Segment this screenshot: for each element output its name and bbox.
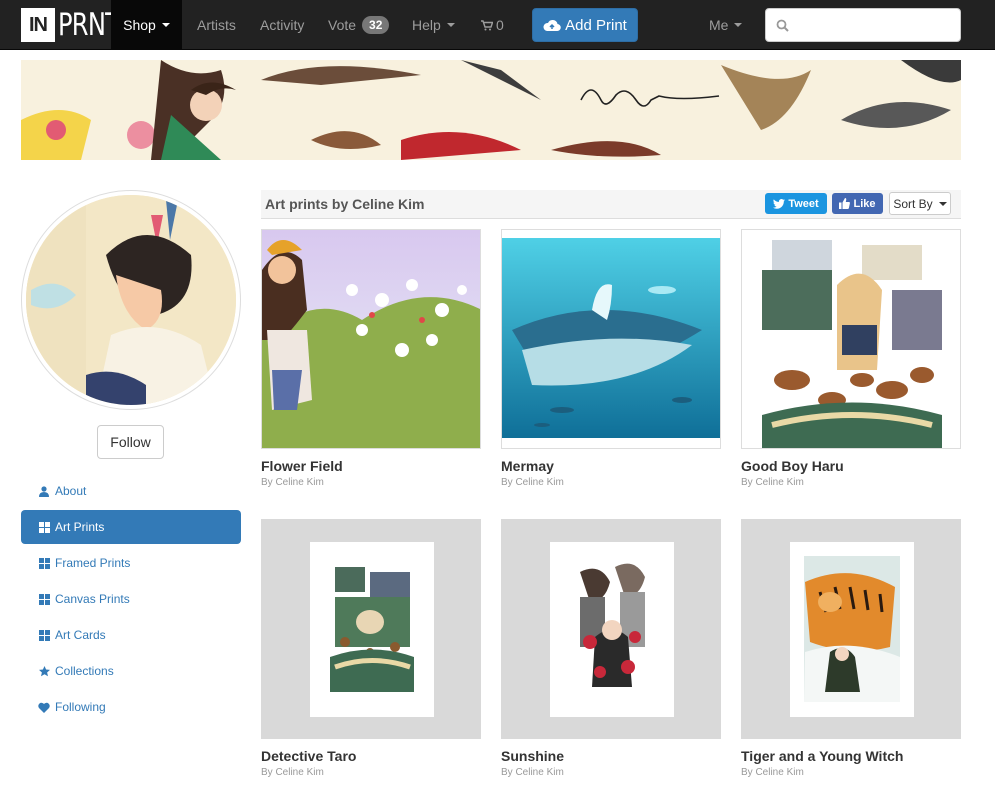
search-box <box>765 8 961 42</box>
print-artist: By Celine Kim <box>261 477 324 488</box>
sidebar-item-label: Following <box>55 700 106 714</box>
tweet-button[interactable]: Tweet <box>765 193 827 214</box>
nav-me[interactable]: Me <box>709 0 743 50</box>
follow-button[interactable]: Follow <box>97 425 164 459</box>
logo-in: IN <box>21 8 55 42</box>
print-thumbnail[interactable] <box>501 519 721 739</box>
print-artist: By Celine Kim <box>501 767 564 778</box>
flower-field-artwork <box>262 230 480 448</box>
sidebar-item-label: Framed Prints <box>55 556 131 570</box>
page-title: Art prints by Celine Kim <box>265 196 425 212</box>
nav-vote[interactable]: Vote 32 <box>328 0 390 50</box>
cart-count: 0 <box>496 17 504 33</box>
tweet-label: Tweet <box>788 197 819 210</box>
print-thumbnail[interactable] <box>261 229 481 449</box>
detective-taro-artwork <box>330 567 414 692</box>
add-print-label: Add Print <box>565 16 627 34</box>
print-artist: By Celine Kim <box>741 767 804 778</box>
nav-shop[interactable]: Shop <box>111 0 182 50</box>
add-print-button[interactable]: Add Print <box>532 8 638 42</box>
sidebar-item-label: Art Prints <box>55 520 105 534</box>
nav-me-label: Me <box>709 17 729 33</box>
print-artist: By Celine Kim <box>501 477 564 488</box>
print-title[interactable]: Flower Field <box>261 458 481 474</box>
print-card[interactable]: Mermay By Celine Kim <box>501 229 721 488</box>
print-title[interactable]: Mermay <box>501 458 721 474</box>
sidebar-item-about[interactable]: About <box>21 474 241 508</box>
print-artist: By Celine Kim <box>741 477 804 488</box>
sidebar-item-label: Art Cards <box>55 628 106 642</box>
vote-count-badge: 32 <box>362 16 390 34</box>
print-thumbnail[interactable] <box>741 519 961 739</box>
avatar-illustration <box>26 195 236 405</box>
thumbs-up-icon <box>839 198 851 209</box>
twitter-icon <box>773 198 786 209</box>
print-card[interactable]: Detective Taro By Celine Kim <box>261 519 481 778</box>
print-title[interactable]: Tiger and a Young Witch <box>741 748 961 764</box>
nav-help[interactable]: Help <box>412 0 455 50</box>
print-paper <box>790 542 914 717</box>
logo-prnt: PRNT <box>58 7 120 43</box>
sidebar-item-label: Collections <box>55 664 114 678</box>
grid-icon <box>38 557 50 569</box>
print-card[interactable]: Sunshine By Celine Kim <box>501 519 721 778</box>
print-thumbnail[interactable] <box>261 519 481 739</box>
nav-help-label: Help <box>412 17 441 33</box>
nav-artists-label: Artists <box>197 17 236 33</box>
sidebar-item-art-prints[interactable]: Art Prints <box>21 510 241 544</box>
sidebar-item-following[interactable]: Following <box>21 690 241 724</box>
facebook-like-button[interactable]: Like <box>832 193 883 214</box>
chevron-down-icon <box>161 23 170 27</box>
nav-cart[interactable]: 0 <box>481 0 504 50</box>
search-icon <box>776 19 789 32</box>
top-navbar: IN PRNT Shop Artists Activity Vote 32 He… <box>0 0 995 50</box>
cart-icon <box>481 19 493 30</box>
print-paper <box>550 542 674 717</box>
print-thumbnail[interactable] <box>741 229 961 449</box>
nav-activity[interactable]: Activity <box>260 0 304 50</box>
tiger-and-young-witch-artwork <box>804 556 900 702</box>
chevron-down-icon <box>938 201 947 206</box>
sort-by-dropdown[interactable]: Sort By <box>889 192 951 215</box>
grid-icon <box>38 629 50 641</box>
print-card[interactable]: Flower Field By Celine Kim <box>261 229 481 488</box>
print-title[interactable]: Detective Taro <box>261 748 481 764</box>
nav-artists[interactable]: Artists <box>197 0 236 50</box>
cloud-upload-icon <box>543 19 561 31</box>
sunshine-artwork <box>580 563 645 687</box>
nav-shop-label: Shop <box>123 17 156 33</box>
print-title[interactable]: Good Boy Haru <box>741 458 961 474</box>
heart-icon <box>38 701 50 713</box>
good-boy-haru-artwork <box>742 230 960 448</box>
grid-icon <box>38 593 50 605</box>
sidebar-item-label: Canvas Prints <box>55 592 130 606</box>
sidebar-item-framed-prints[interactable]: Framed Prints <box>21 546 241 580</box>
chevron-down-icon <box>734 23 743 27</box>
print-paper <box>310 542 434 717</box>
artist-avatar[interactable] <box>21 190 241 410</box>
mermay-artwork <box>502 230 720 448</box>
sidebar-item-label: About <box>55 484 87 498</box>
print-card[interactable]: Good Boy Haru By Celine Kim <box>741 229 961 488</box>
sidebar-item-canvas-prints[interactable]: Canvas Prints <box>21 582 241 616</box>
star-icon <box>38 665 50 677</box>
search-input[interactable] <box>797 17 947 33</box>
sidebar-item-collections[interactable]: Collections <box>21 654 241 688</box>
like-label: Like <box>853 197 876 210</box>
sidebar-item-art-cards[interactable]: Art Cards <box>21 618 241 652</box>
nav-activity-label: Activity <box>260 17 305 33</box>
print-thumbnail[interactable] <box>501 229 721 449</box>
sort-by-label: Sort By <box>893 196 933 211</box>
print-title[interactable]: Sunshine <box>501 748 721 764</box>
nav-vote-label: Vote <box>328 17 357 33</box>
artist-banner <box>21 60 961 160</box>
user-icon <box>38 485 50 497</box>
grid-icon <box>38 521 50 533</box>
print-card[interactable]: Tiger and a Young Witch By Celine Kim <box>741 519 961 778</box>
banner-illustration <box>21 60 961 160</box>
chevron-down-icon <box>446 23 455 27</box>
print-artist: By Celine Kim <box>261 767 324 778</box>
sidebar-nav: About Art Prints Framed Prints Canvas Pr… <box>21 474 241 726</box>
